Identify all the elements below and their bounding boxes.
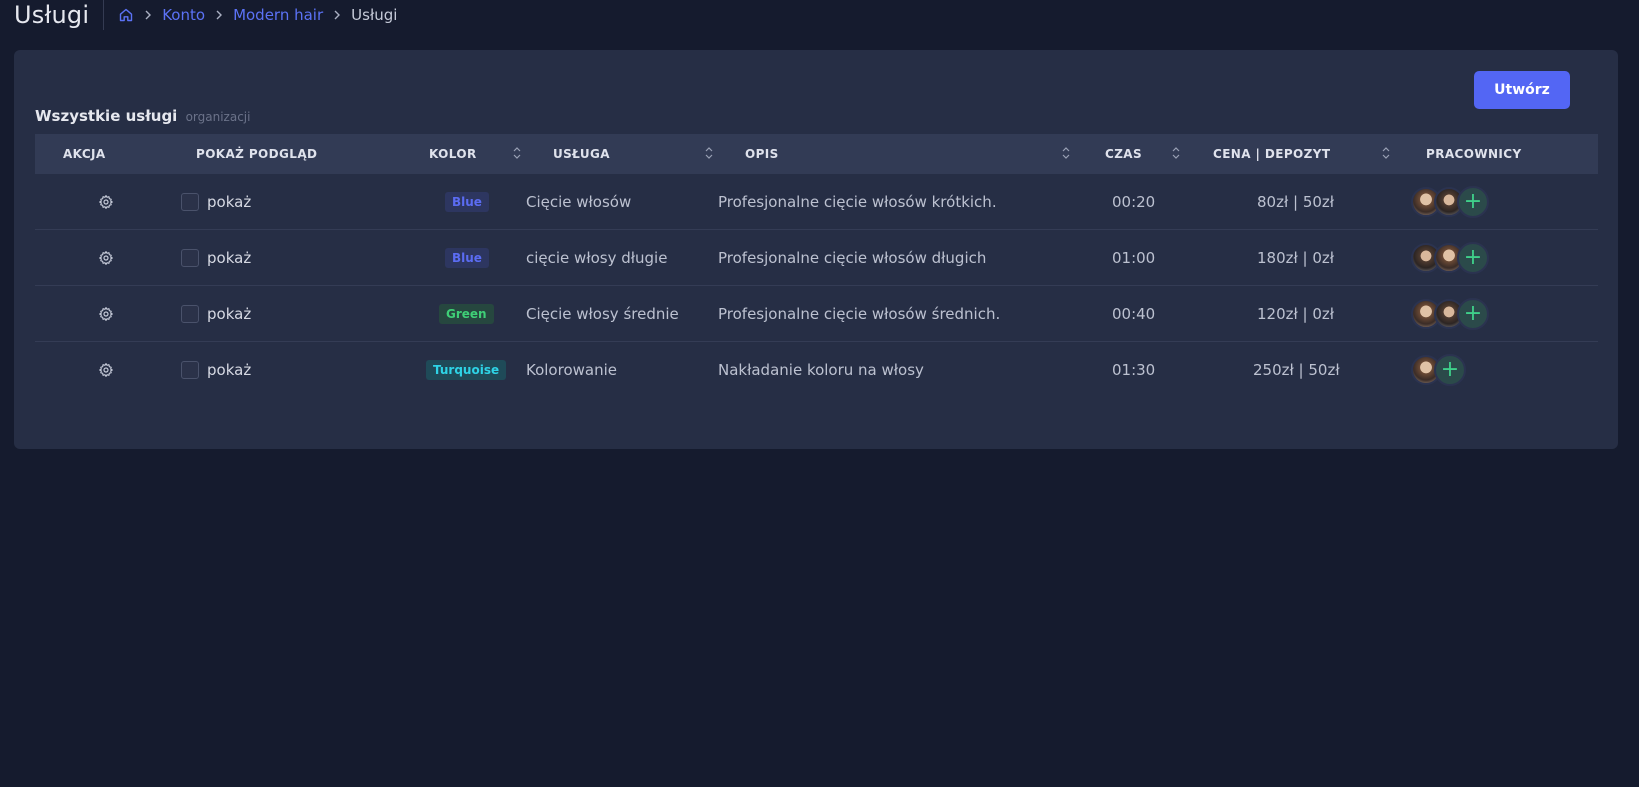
staff-avatars: +: [1411, 174, 1489, 230]
home-icon[interactable]: [118, 7, 134, 23]
column-header-podglad: POKAŻ PODGLĄD: [196, 147, 318, 161]
sort-icon[interactable]: [1381, 146, 1391, 160]
service-time: 01:30: [1112, 361, 1156, 379]
services-table: AKCJA POKAŻ PODGLĄD KOLOR USŁUGA OPIS CZ…: [35, 134, 1598, 398]
sort-icon[interactable]: [512, 146, 522, 160]
service-time: 01:00: [1112, 249, 1156, 267]
services-card: Utwórz Wszystkie usługi organizacji AKCJ…: [14, 50, 1618, 449]
column-header-usluga[interactable]: USŁUGA: [553, 134, 610, 174]
breadcrumb-konto[interactable]: Konto: [162, 6, 205, 24]
table-row: pokaż Green Cięcie włosy średnie Profesj…: [35, 286, 1598, 342]
column-header-pracownicy: PRACOWNICY: [1426, 147, 1522, 161]
service-price: 250zł | 50zł: [1253, 361, 1340, 379]
plus-icon[interactable]: +: [1457, 186, 1489, 218]
preview-label: pokaż: [207, 305, 252, 323]
gear-icon[interactable]: [91, 230, 121, 286]
color-badge: Blue: [445, 230, 489, 286]
staff-avatars: +: [1411, 342, 1466, 398]
service-description: Profesjonalne cięcie włosów krótkich.: [718, 193, 997, 211]
chevron-right-icon: [333, 10, 341, 20]
column-header-kolor[interactable]: KOLOR: [429, 134, 477, 174]
chevron-right-icon: [144, 10, 152, 20]
sort-icon[interactable]: [1171, 146, 1181, 160]
service-description: Nakładanie koloru na włosy: [718, 361, 924, 379]
color-badge: Green: [439, 286, 494, 342]
service-time: 00:20: [1112, 193, 1156, 211]
column-header-czas[interactable]: CZAS: [1105, 134, 1142, 174]
table-row: pokaż Turquoise Kolorowanie Nakładanie k…: [35, 342, 1598, 398]
top-bar: Usługi Konto Modern hair Usługi: [14, 0, 397, 30]
service-name: Kolorowanie: [526, 361, 617, 379]
service-name: Cięcie włosów: [526, 193, 632, 211]
column-header-opis[interactable]: OPIS: [745, 134, 779, 174]
column-header-cena[interactable]: CENA | DEPOZYT: [1213, 134, 1330, 174]
card-title: Wszystkie usługi organizacji: [35, 107, 250, 125]
service-name: cięcie włosy długie: [526, 249, 668, 267]
gear-icon[interactable]: [91, 286, 121, 342]
plus-icon[interactable]: +: [1457, 298, 1489, 330]
preview-checkbox[interactable]: [181, 342, 199, 398]
table-header: AKCJA POKAŻ PODGLĄD KOLOR USŁUGA OPIS CZ…: [35, 134, 1598, 174]
plus-icon[interactable]: +: [1434, 354, 1466, 386]
preview-checkbox[interactable]: [181, 230, 199, 286]
card-subtitle: organizacji: [185, 110, 251, 124]
staff-avatars: +: [1411, 230, 1489, 286]
service-price: 120zł | 0zł: [1257, 305, 1335, 323]
gear-icon[interactable]: [91, 342, 121, 398]
breadcrumb-current: Usługi: [351, 6, 398, 24]
color-badge: Turquoise: [426, 342, 507, 398]
card-title-text: Wszystkie usługi: [35, 107, 178, 125]
column-header-akcja: AKCJA: [63, 147, 106, 161]
create-button[interactable]: Utwórz: [1474, 71, 1570, 109]
gear-icon[interactable]: [91, 174, 121, 230]
table-row: pokaż Blue cięcie włosy długie Profesjon…: [35, 230, 1598, 286]
title-divider: [103, 0, 105, 30]
sort-icon[interactable]: [1061, 146, 1071, 160]
service-description: Profesjonalne cięcie włosów średnich.: [718, 305, 1001, 323]
table-row: pokaż Blue Cięcie włosów Profesjonalne c…: [35, 174, 1598, 230]
preview-label: pokaż: [207, 193, 252, 211]
service-price: 180zł | 0zł: [1257, 249, 1335, 267]
breadcrumb-modern-hair[interactable]: Modern hair: [233, 6, 323, 24]
staff-avatars: +: [1411, 286, 1489, 342]
service-price: 80zł | 50zł: [1257, 193, 1335, 211]
service-time: 00:40: [1112, 305, 1156, 323]
service-description: Profesjonalne cięcie włosów długich: [718, 249, 987, 267]
preview-label: pokaż: [207, 249, 252, 267]
breadcrumb: Konto Modern hair Usługi: [118, 6, 397, 24]
page-title: Usługi: [14, 1, 90, 29]
service-name: Cięcie włosy średnie: [526, 305, 679, 323]
plus-icon[interactable]: +: [1457, 242, 1489, 274]
color-badge: Blue: [445, 174, 489, 230]
preview-checkbox[interactable]: [181, 286, 199, 342]
preview-label: pokaż: [207, 361, 252, 379]
sort-icon[interactable]: [704, 146, 714, 160]
chevron-right-icon: [215, 10, 223, 20]
preview-checkbox[interactable]: [181, 174, 199, 230]
